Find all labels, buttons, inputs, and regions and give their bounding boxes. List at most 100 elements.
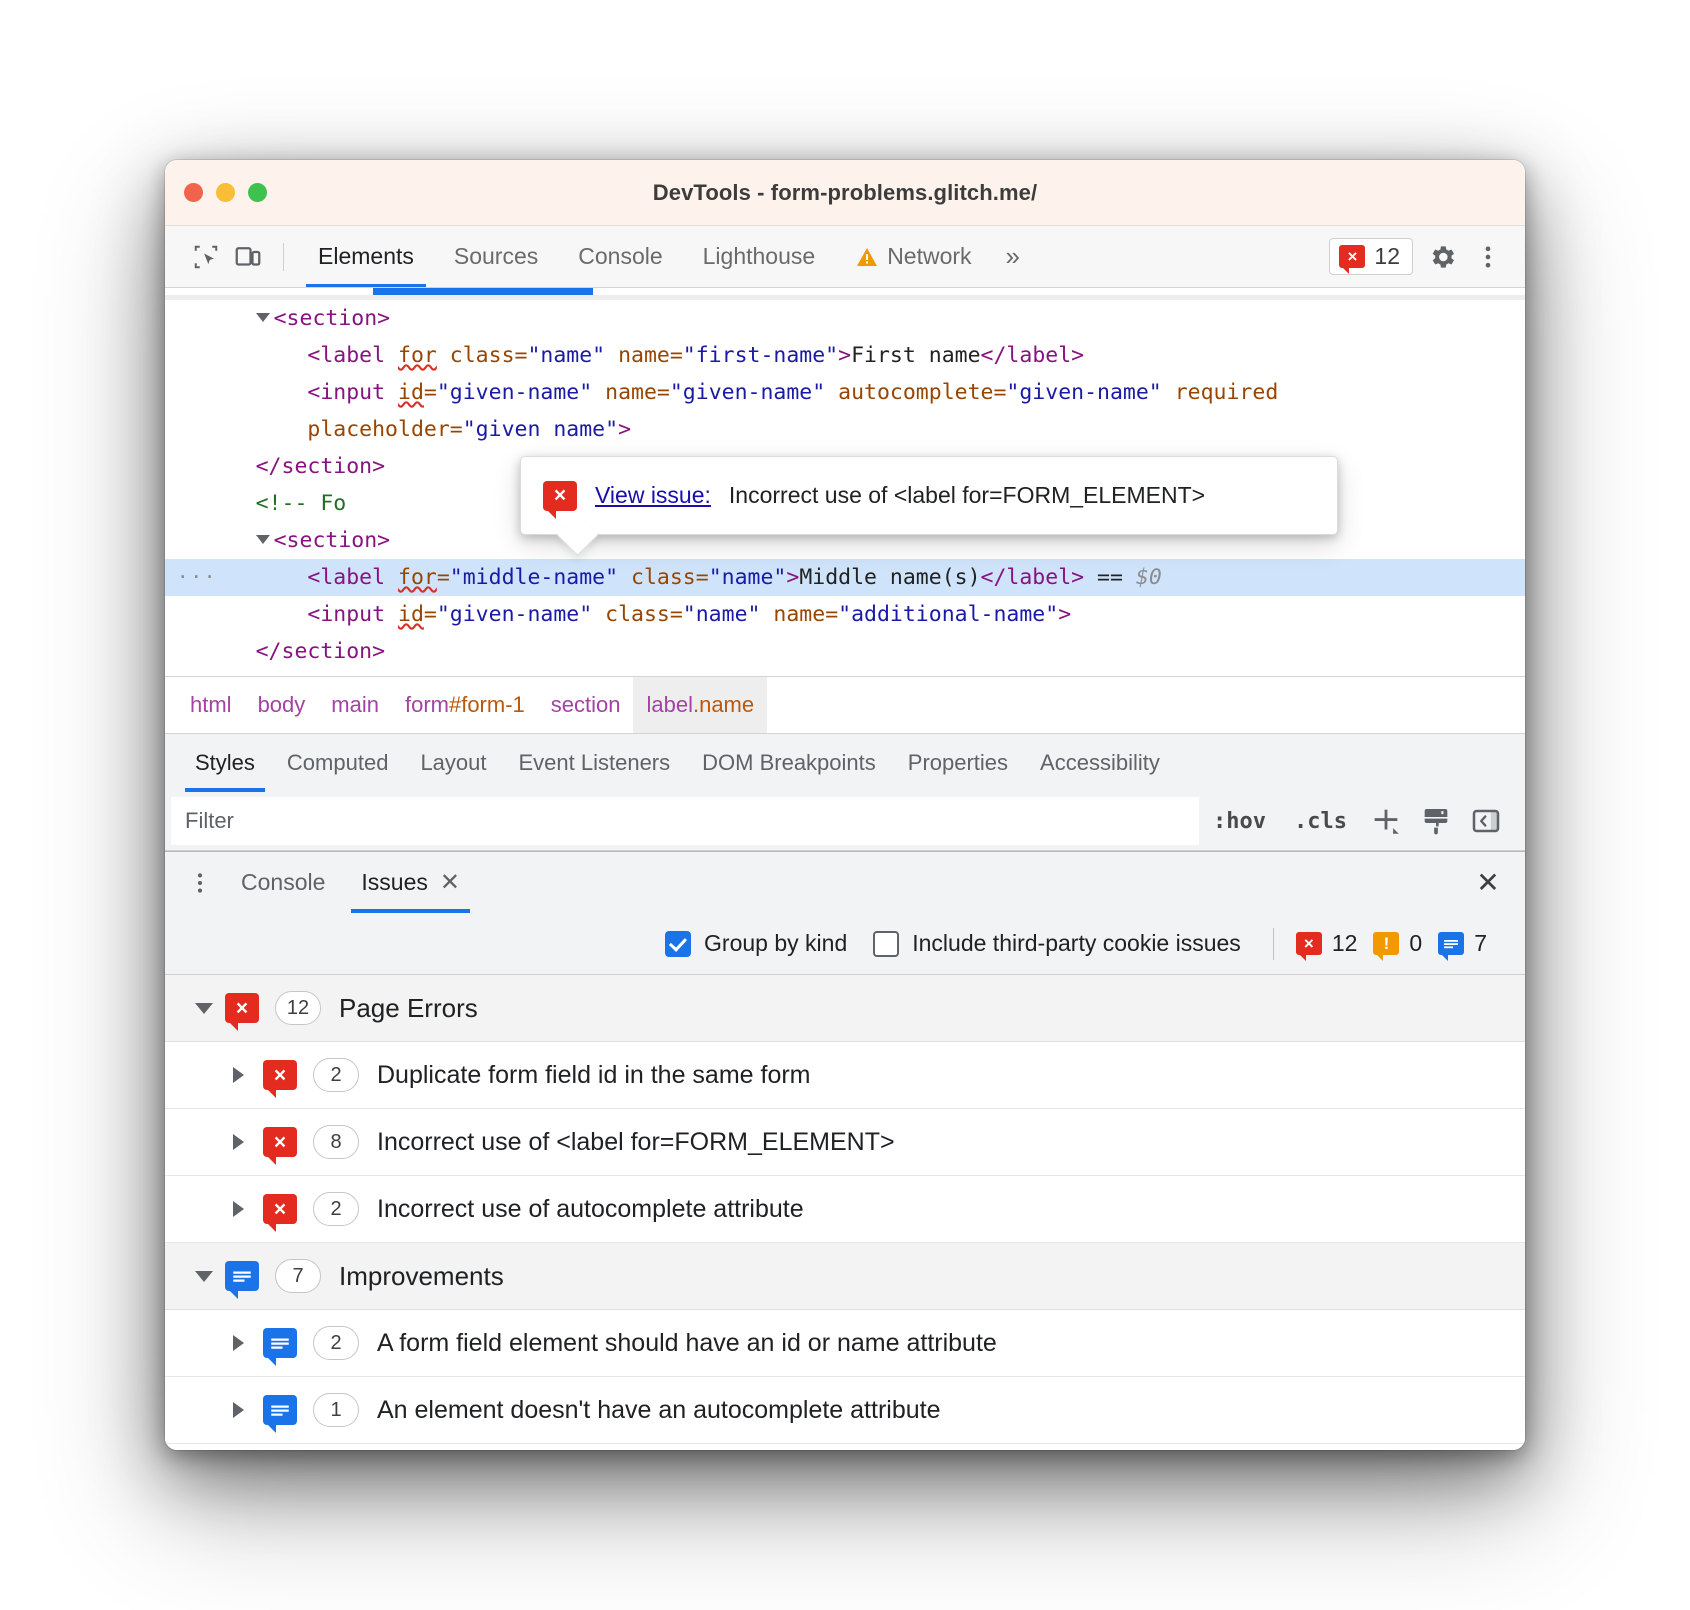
close-icon[interactable]: ✕ [1465,861,1511,905]
close-tab-icon[interactable]: ✕ [440,868,460,897]
kebab-menu-icon[interactable] [1465,235,1511,279]
error-bubble-icon: × [1339,245,1365,268]
dom-token-attr-squiggle: id [398,380,424,405]
dom-indent [165,343,307,368]
dom-node-section-open-1[interactable]: <section> [165,300,1525,337]
dom-clipped-row [165,288,1525,300]
dom-token-tag: > [786,565,799,590]
issue-row[interactable]: ×2Duplicate form field id in the same fo… [165,1042,1525,1109]
breadcrumb-tag: section [551,692,621,718]
dom-token-attr: autocomplete= [825,380,1006,405]
hov-button[interactable]: :hov [1199,809,1280,834]
dom-token-tag: <input [307,602,398,627]
dom-token-attr-squiggle: for [398,565,437,590]
device-toolbar-icon[interactable] [227,237,269,277]
error-count-badge[interactable]: × 12 [1329,238,1413,275]
dom-node-section-close-2[interactable]: </section> [165,633,1525,670]
plus-new-style-rule-icon[interactable] [1361,798,1411,844]
issue-group-improvements[interactable]: 7Improvements [165,1243,1525,1310]
tab-sources-label: Sources [454,243,538,270]
styles-pane-tabs: StylesComputedLayoutEvent ListenersDOM B… [165,734,1525,792]
dom-token-val: "first-name" [683,343,838,368]
third-party-cookie-checkbox[interactable]: Include third-party cookie issues [873,930,1241,957]
tab-console[interactable]: Console [558,226,682,287]
expand-triangle-icon[interactable] [256,313,270,322]
error-count-group[interactable]: × 12 [1296,930,1358,957]
styles-tab-styles[interactable]: Styles [179,734,271,792]
chevron-right-icon[interactable] [233,1067,263,1083]
breadcrumb-item-section[interactable]: section [538,677,634,733]
breadcrumb-item-main[interactable]: main [318,677,392,733]
breadcrumb-item-label[interactable]: label.name [633,677,767,733]
dom-token-tag: <section> [274,528,391,553]
breadcrumb-item-form[interactable]: form#form-1 [392,677,538,733]
issue-title: Duplicate form field id in the same form [377,1061,811,1090]
drawer: Console Issues ✕ ✕ Group by kind Include… [165,851,1525,1450]
view-issue-link[interactable]: View issue: [595,477,711,514]
dom-token-val: "middle-name" [450,565,618,590]
drawer-kebab-menu-icon[interactable] [177,861,223,905]
toggle-sidebar-icon[interactable] [1461,798,1511,844]
third-party-cookie-checkbox-box[interactable] [873,931,899,957]
chevron-right-icon[interactable] [233,1335,263,1351]
drawer-tab-console[interactable]: Console [223,852,343,913]
paint-brush-icon[interactable] [1411,798,1461,844]
styles-tab-dom-breakpoints[interactable]: DOM Breakpoints [686,734,892,792]
breadcrumb-item-html[interactable]: html [177,677,245,733]
chevron-down-icon[interactable] [195,1271,225,1282]
gear-icon[interactable] [1419,235,1465,279]
group-by-kind-checkbox-box[interactable] [665,931,691,957]
filter-input[interactable] [171,797,1199,845]
maximize-window-button[interactable] [248,183,267,202]
chevron-down-icon[interactable] [195,1003,225,1014]
styles-tab-accessibility[interactable]: Accessibility [1024,734,1176,792]
warning-count-group[interactable]: ! 0 [1373,930,1422,957]
info-count-group[interactable]: 7 [1438,930,1487,957]
issue-row[interactable]: 2A form field element should have an id … [165,1310,1525,1377]
dom-node-label-middle-name[interactable]: ··· <label for="middle-name" class="name… [165,559,1525,596]
chevron-right-icon[interactable] [233,1201,263,1217]
dom-token-val: "given-name" [437,602,592,627]
third-party-cookie-label: Include third-party cookie issues [912,930,1241,957]
dom-token-tag: </label> [981,565,1085,590]
breadcrumb: htmlbodymainform#form-1 section label.name [165,676,1525,734]
issue-row[interactable]: ×2Incorrect use of autocomplete attribut… [165,1176,1525,1243]
issue-popover[interactable]: × View issue: Incorrect use of <label fo… [520,456,1338,535]
dom-node-input-given-name-1-cont[interactable]: placeholder="given name"> [165,411,1525,448]
dom-token-attr-squiggle: id [398,602,424,627]
issue-row[interactable]: ×8Incorrect use of <label for=FORM_ELEME… [165,1109,1525,1176]
dom-node-input-given-name-2[interactable]: <input id="given-name" class="name" name… [165,596,1525,633]
tab-network[interactable]: Network [835,226,991,287]
dom-token-attr: name= [605,343,683,368]
inspect-element-icon[interactable] [185,237,227,277]
styles-pane-header: StylesComputedLayoutEvent ListenersDOM B… [165,734,1525,851]
cls-button[interactable]: .cls [1280,809,1361,834]
close-window-button[interactable] [184,183,203,202]
issue-row[interactable]: 1 An element doesn't have an autocomplete… [165,1377,1525,1444]
styles-tab-computed[interactable]: Computed [271,734,405,792]
tab-elements[interactable]: Elements [298,226,434,287]
more-tabs-button[interactable]: » [992,241,1031,272]
styles-tab-layout[interactable]: Layout [404,734,502,792]
chevron-right-icon[interactable] [233,1402,263,1418]
minimize-window-button[interactable] [216,183,235,202]
drawer-tab-issues[interactable]: Issues ✕ [343,852,478,913]
dom-token-tag: <label [307,343,398,368]
issue-group-page-errors[interactable]: ×12Page Errors [165,975,1525,1042]
dom-node-label-first-name[interactable]: <label for class="name" name="first-name… [165,337,1525,374]
chevron-right-icon[interactable] [233,1134,263,1150]
dom-token-attr: = [424,602,437,627]
dom-node-input-given-name-1[interactable]: <input id="given-name" name="given-name"… [165,374,1525,411]
dom-tree[interactable]: <section> <label for class="name" name="… [165,288,1525,676]
expand-triangle-icon[interactable] [256,535,270,544]
styles-tab-properties[interactable]: Properties [892,734,1024,792]
styles-tab-event-listeners[interactable]: Event Listeners [503,734,687,792]
tab-lighthouse[interactable]: Lighthouse [683,226,836,287]
issue-title: An element doesn't have an autocomplete … [377,1396,940,1425]
error-bubble-icon: × [1296,932,1322,955]
issue-count-badge: 1 [313,1393,359,1427]
tab-sources[interactable]: Sources [434,226,558,287]
breadcrumb-item-body[interactable]: body [245,677,319,733]
dom-node-menu-icon[interactable]: ··· [177,559,217,596]
group-by-kind-checkbox[interactable]: Group by kind [665,930,847,957]
